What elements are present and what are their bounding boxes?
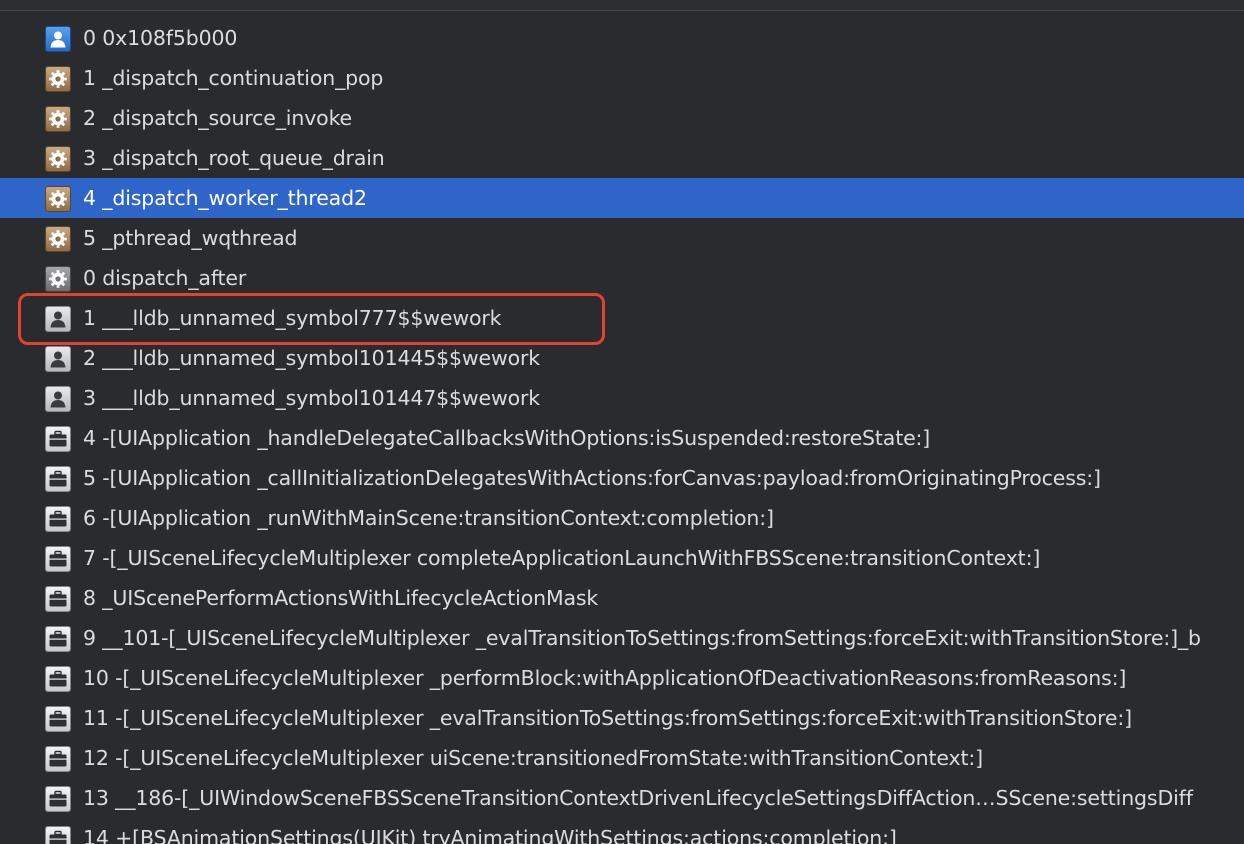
stack-frame-row[interactable]: 3 ___lldb_unnamed_symbol101447$$wework (0, 378, 1244, 418)
person-blue-icon (45, 26, 71, 52)
framework-icon (45, 586, 71, 612)
stack-frame-label: 12 -[_UISceneLifecycleMultiplexer uiScen… (83, 746, 983, 770)
stack-frame-row[interactable]: 0 0x108f5b000 (0, 18, 1244, 58)
gear-icon (45, 186, 71, 212)
stack-frame-row[interactable]: 12 -[_UISceneLifecycleMultiplexer uiScen… (0, 738, 1244, 778)
stack-frame-row[interactable]: 0 dispatch_after (0, 258, 1244, 298)
gear-icon (45, 146, 71, 172)
framework-icon (45, 786, 71, 812)
framework-icon (45, 626, 71, 652)
stack-frame-row[interactable]: 8 _UIScenePerformActionsWithLifecycleAct… (0, 578, 1244, 618)
stack-frame-row[interactable]: 7 -[_UISceneLifecycleMultiplexer complet… (0, 538, 1244, 578)
stack-frame-label: 0 0x108f5b000 (83, 26, 238, 50)
person-icon (45, 346, 71, 372)
gear-icon (45, 66, 71, 92)
stack-frame-label: 4 _dispatch_worker_thread2 (83, 186, 367, 210)
stack-frame-label: 2 _dispatch_source_invoke (83, 106, 353, 130)
stack-frame-label: 6 -[UIApplication _runWithMainScene:tran… (83, 506, 774, 530)
framework-icon (45, 426, 71, 452)
stack-frame-row[interactable]: 2 ___lldb_unnamed_symbol101445$$wework (0, 338, 1244, 378)
stack-frame-label: 3 ___lldb_unnamed_symbol101447$$wework (83, 386, 541, 410)
stack-frame-row[interactable]: 5 -[UIApplication _callInitializationDel… (0, 458, 1244, 498)
stack-frame-row[interactable]: 14 +[BSAnimationSettings(UIKit) tryAnima… (0, 818, 1244, 844)
stack-frame-row[interactable]: 3 _dispatch_root_queue_drain (0, 138, 1244, 178)
stack-frame-row[interactable]: 5 _pthread_wqthread (0, 218, 1244, 258)
stack-frame-label: 3 _dispatch_root_queue_drain (83, 146, 385, 170)
stack-frame-label: 10 -[_UISceneLifecycleMultiplexer _perfo… (83, 666, 1127, 690)
stack-frame-label: 13 __186-[_UIWindowSceneFBSSceneTransiti… (83, 786, 1193, 810)
stack-frame-label: 5 _pthread_wqthread (83, 226, 298, 250)
framework-icon (45, 666, 71, 692)
stack-frame-label: 9 __101-[_UISceneLifecycleMultiplexer _e… (83, 626, 1201, 650)
stack-frame-label: 0 dispatch_after (83, 266, 247, 290)
stack-frame-label: 5 -[UIApplication _callInitializationDel… (83, 466, 1101, 490)
person-icon (45, 306, 71, 332)
gear-icon (45, 106, 71, 132)
gear-gray-icon (45, 266, 71, 292)
person-icon (45, 386, 71, 412)
stack-frame-row[interactable]: 10 -[_UISceneLifecycleMultiplexer _perfo… (0, 658, 1244, 698)
stack-frame-row[interactable]: 13 __186-[_UIWindowSceneFBSSceneTransiti… (0, 778, 1244, 818)
framework-icon (45, 506, 71, 532)
stack-frame-label: 8 _UIScenePerformActionsWithLifecycleAct… (83, 586, 599, 610)
stack-frame-row[interactable]: 4 -[UIApplication _handleDelegateCallbac… (0, 418, 1244, 458)
framework-icon (45, 706, 71, 732)
stack-frame-row[interactable]: 1 _dispatch_continuation_pop (0, 58, 1244, 98)
stack-frame-label: 4 -[UIApplication _handleDelegateCallbac… (83, 426, 931, 450)
framework-icon (45, 546, 71, 572)
framework-icon (45, 826, 71, 844)
stack-frame-row[interactable]: 4 _dispatch_worker_thread2 (0, 178, 1244, 218)
stack-frame-row[interactable]: 1 ___lldb_unnamed_symbol777$$wework (0, 298, 1244, 338)
stack-frame-label: 1 ___lldb_unnamed_symbol777$$wework (83, 306, 502, 330)
stack-frame-label: 1 _dispatch_continuation_pop (83, 66, 384, 90)
debug-navigator-stack: 0 0x108f5b000 1 _dispatch_continuation_po… (0, 0, 1244, 844)
framework-icon (45, 746, 71, 772)
stack-frame-row[interactable]: 9 __101-[_UISceneLifecycleMultiplexer _e… (0, 618, 1244, 658)
stack-frame-list: 0 0x108f5b000 1 _dispatch_continuation_po… (0, 18, 1244, 844)
stack-frame-row[interactable]: 6 -[UIApplication _runWithMainScene:tran… (0, 498, 1244, 538)
stack-frame-label: 14 +[BSAnimationSettings(UIKit) tryAnima… (83, 826, 897, 844)
framework-icon (45, 466, 71, 492)
stack-frame-label: 11 -[_UISceneLifecycleMultiplexer _evalT… (83, 706, 1132, 730)
stack-frame-row[interactable]: 2 _dispatch_source_invoke (0, 98, 1244, 138)
gear-icon (45, 226, 71, 252)
stack-frame-row[interactable]: 11 -[_UISceneLifecycleMultiplexer _evalT… (0, 698, 1244, 738)
top-divider (0, 0, 1244, 11)
stack-frame-label: 7 -[_UISceneLifecycleMultiplexer complet… (83, 546, 1041, 570)
stack-frame-label: 2 ___lldb_unnamed_symbol101445$$wework (83, 346, 541, 370)
